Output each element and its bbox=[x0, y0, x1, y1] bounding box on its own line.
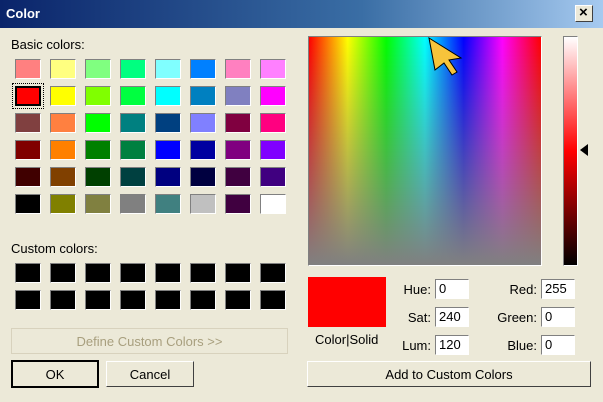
basic-color-swatch[interactable] bbox=[85, 113, 111, 133]
basic-color-swatch[interactable] bbox=[190, 113, 216, 133]
basic-color-swatch[interactable] bbox=[190, 140, 216, 160]
window-title: Color bbox=[6, 6, 40, 21]
basic-color-swatch[interactable] bbox=[120, 194, 146, 214]
lum-field[interactable]: 120 bbox=[435, 335, 469, 355]
red-field[interactable]: 255 bbox=[541, 279, 575, 299]
red-label: Red: bbox=[509, 282, 537, 297]
hue-label: Hue: bbox=[403, 282, 431, 297]
custom-color-swatch[interactable] bbox=[225, 263, 251, 283]
basic-color-swatch[interactable] bbox=[85, 86, 111, 106]
custom-color-swatch[interactable] bbox=[260, 263, 286, 283]
basic-color-swatch[interactable] bbox=[155, 167, 181, 187]
basic-color-swatch[interactable] bbox=[190, 194, 216, 214]
basic-color-swatch[interactable] bbox=[12, 83, 44, 109]
luminosity-arrow-icon[interactable] bbox=[580, 144, 588, 156]
sat-label: Sat: bbox=[407, 310, 431, 325]
basic-color-swatch[interactable] bbox=[260, 113, 286, 133]
basic-color-swatch[interactable] bbox=[225, 140, 251, 160]
custom-color-swatch[interactable] bbox=[50, 263, 76, 283]
basic-color-swatch[interactable] bbox=[120, 86, 146, 106]
cancel-button[interactable]: Cancel bbox=[106, 361, 194, 387]
custom-colors-label: Custom colors: bbox=[11, 241, 98, 256]
basic-color-swatch[interactable] bbox=[15, 59, 41, 79]
crosshair-cursor-icon bbox=[428, 36, 463, 76]
basic-colors-label: Basic colors: bbox=[11, 37, 85, 52]
basic-color-swatch[interactable] bbox=[85, 167, 111, 187]
basic-color-swatch[interactable] bbox=[155, 86, 181, 106]
basic-color-swatch[interactable] bbox=[50, 140, 76, 160]
basic-color-swatch[interactable] bbox=[50, 59, 76, 79]
basic-color-swatch[interactable] bbox=[225, 194, 251, 214]
blue-field[interactable]: 0 bbox=[541, 335, 575, 355]
custom-color-swatch[interactable] bbox=[225, 290, 251, 310]
basic-color-swatch[interactable] bbox=[15, 140, 41, 160]
custom-color-swatch[interactable] bbox=[15, 263, 41, 283]
custom-color-swatch[interactable] bbox=[155, 290, 181, 310]
basic-color-swatch[interactable] bbox=[85, 140, 111, 160]
luminosity-slider[interactable] bbox=[563, 36, 578, 266]
basic-color-swatch[interactable] bbox=[120, 140, 146, 160]
custom-color-swatch[interactable] bbox=[85, 290, 111, 310]
green-field[interactable]: 0 bbox=[541, 307, 575, 327]
basic-color-swatch[interactable] bbox=[120, 167, 146, 187]
basic-color-swatch[interactable] bbox=[155, 194, 181, 214]
ok-button[interactable]: OK bbox=[11, 360, 99, 388]
basic-color-swatch[interactable] bbox=[260, 140, 286, 160]
basic-color-swatch[interactable] bbox=[120, 59, 146, 79]
basic-color-swatch[interactable] bbox=[190, 86, 216, 106]
basic-color-swatch[interactable] bbox=[50, 194, 76, 214]
basic-color-swatch[interactable] bbox=[225, 113, 251, 133]
basic-color-swatch[interactable] bbox=[85, 194, 111, 214]
basic-color-swatch[interactable] bbox=[155, 140, 181, 160]
close-button[interactable]: × bbox=[575, 4, 593, 22]
basic-color-swatch[interactable] bbox=[120, 113, 146, 133]
custom-color-swatch[interactable] bbox=[120, 263, 146, 283]
custom-color-swatch[interactable] bbox=[50, 290, 76, 310]
basic-color-swatch[interactable] bbox=[50, 86, 76, 106]
basic-color-swatch[interactable] bbox=[15, 194, 41, 214]
basic-color-swatch[interactable] bbox=[85, 59, 111, 79]
basic-color-swatch[interactable] bbox=[15, 113, 41, 133]
custom-color-swatch[interactable] bbox=[260, 290, 286, 310]
custom-color-swatch[interactable] bbox=[155, 263, 181, 283]
add-to-custom-colors-button[interactable]: Add to Custom Colors bbox=[307, 361, 591, 387]
basic-color-swatch[interactable] bbox=[225, 59, 251, 79]
close-icon: × bbox=[579, 4, 588, 21]
basic-color-swatch[interactable] bbox=[225, 167, 251, 187]
basic-color-swatch[interactable] bbox=[260, 59, 286, 79]
sat-field[interactable]: 240 bbox=[435, 307, 469, 327]
basic-color-swatch[interactable] bbox=[155, 113, 181, 133]
basic-color-swatch[interactable] bbox=[15, 167, 41, 187]
color-spectrum[interactable] bbox=[308, 36, 542, 266]
basic-color-swatch[interactable] bbox=[155, 59, 181, 79]
basic-color-swatch[interactable] bbox=[225, 86, 251, 106]
custom-color-swatch[interactable] bbox=[15, 290, 41, 310]
blue-label: Blue: bbox=[507, 338, 537, 353]
color-solid-label: Color|Solid bbox=[315, 332, 379, 347]
color-dialog: Color × Basic colors: Custom colors: Def… bbox=[0, 0, 603, 402]
define-custom-colors-button[interactable]: Define Custom Colors >> bbox=[11, 328, 288, 354]
custom-color-swatch[interactable] bbox=[85, 263, 111, 283]
custom-color-swatch[interactable] bbox=[190, 263, 216, 283]
basic-color-swatch[interactable] bbox=[260, 194, 286, 214]
basic-color-swatch[interactable] bbox=[260, 86, 286, 106]
basic-color-swatch[interactable] bbox=[190, 167, 216, 187]
lum-label: Lum: bbox=[402, 338, 431, 353]
basic-color-swatch[interactable] bbox=[50, 167, 76, 187]
custom-color-swatch[interactable] bbox=[120, 290, 146, 310]
color-preview bbox=[308, 277, 386, 327]
basic-color-swatch[interactable] bbox=[50, 113, 76, 133]
basic-color-swatch[interactable] bbox=[260, 167, 286, 187]
basic-color-swatch[interactable] bbox=[190, 59, 216, 79]
hue-field[interactable]: 0 bbox=[435, 279, 469, 299]
title-bar: Color × bbox=[0, 0, 603, 28]
green-label: Green: bbox=[497, 310, 537, 325]
custom-color-swatch[interactable] bbox=[190, 290, 216, 310]
